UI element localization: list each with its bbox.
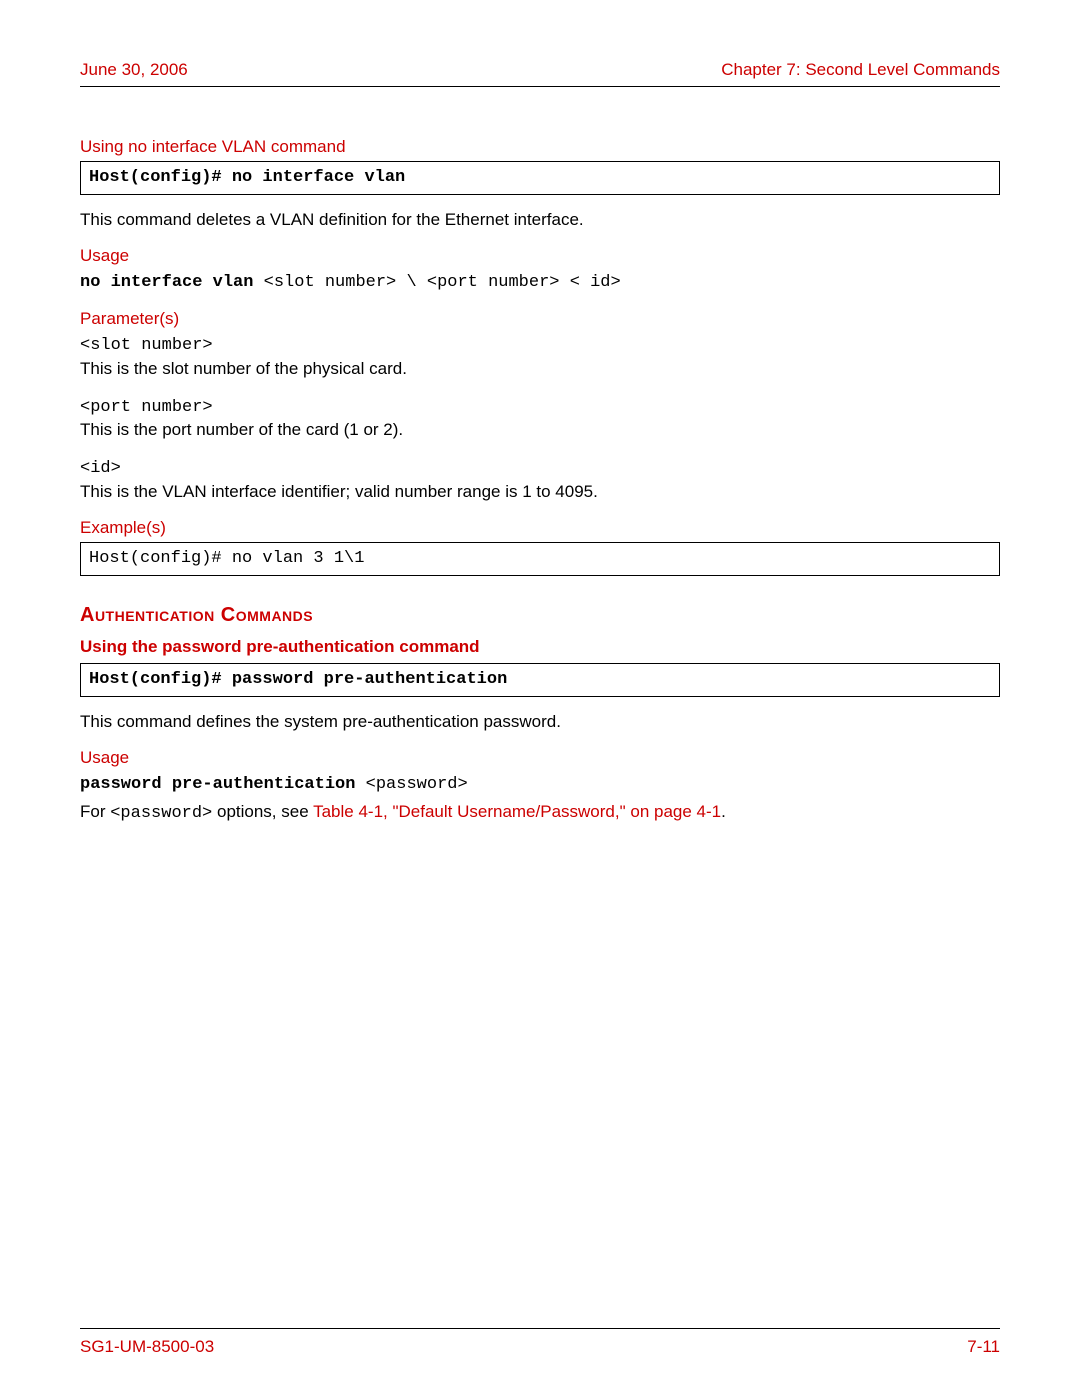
usage-line-password-preauth: password pre-authentication <password> <box>80 772 1000 797</box>
footer-row: SG1-UM-8500-03 7-11 <box>80 1337 1000 1357</box>
section-heading-password-preauth: Using the password pre-authentication co… <box>80 637 1000 657</box>
param-id: <id> This is the VLAN interface identifi… <box>80 456 1000 504</box>
section-title-authentication-commands: Authentication Commands <box>80 604 1000 627</box>
header-rule <box>80 86 1000 87</box>
usage-line-no-interface-vlan: no interface vlan <slot number> \ <port … <box>80 270 1000 295</box>
page: June 30, 2006 Chapter 7: Second Level Co… <box>0 0 1080 1397</box>
header-date: June 30, 2006 <box>80 60 188 80</box>
cross-reference-link[interactable]: Table 4-1, "Default Username/Password," … <box>313 802 721 821</box>
example-box-no-vlan: Host(config)# no vlan 3 1\1 <box>80 542 1000 576</box>
page-header: June 30, 2006 Chapter 7: Second Level Co… <box>80 60 1000 80</box>
ref-prefix: For <box>80 802 110 821</box>
param-desc: This is the port number of the card (1 o… <box>80 420 403 439</box>
param-desc: This is the slot number of the physical … <box>80 359 407 378</box>
footer-page-number: 7-11 <box>967 1337 1000 1357</box>
param-slot-number: <slot number> This is the slot number of… <box>80 333 1000 381</box>
command-box-password-preauth: Host(config)# password pre-authenticatio… <box>80 663 1000 697</box>
param-code: <id> <box>80 459 121 478</box>
page-footer: SG1-UM-8500-03 7-11 <box>80 1328 1000 1357</box>
desc-no-interface-vlan: This command deletes a VLAN definition f… <box>80 209 1000 232</box>
parameters-label: Parameter(s) <box>80 309 1000 329</box>
command-box-no-interface-vlan: Host(config)# no interface vlan <box>80 161 1000 195</box>
usage-label: Usage <box>80 748 1000 768</box>
footer-rule <box>80 1328 1000 1329</box>
ref-suffix: . <box>721 802 726 821</box>
header-chapter: Chapter 7: Second Level Commands <box>721 60 1000 80</box>
ref-mid: options, see <box>212 802 313 821</box>
param-code: <slot number> <box>80 336 213 355</box>
reference-line: For <password> options, see Table 4-1, "… <box>80 801 1000 826</box>
ref-code: <password> <box>110 804 212 823</box>
usage-cmd-bold: no interface vlan <box>80 273 253 292</box>
footer-doc-id: SG1-UM-8500-03 <box>80 1337 214 1357</box>
examples-label: Example(s) <box>80 518 1000 538</box>
usage-label: Usage <box>80 246 1000 266</box>
param-desc: This is the VLAN interface identifier; v… <box>80 482 598 501</box>
usage-cmd-rest: <slot number> \ <port number> < id> <box>253 273 620 292</box>
section-heading-no-interface-vlan: Using no interface VLAN command <box>80 137 1000 157</box>
param-port-number: <port number> This is the port number of… <box>80 395 1000 443</box>
usage-cmd-bold: password pre-authentication <box>80 775 355 794</box>
usage-cmd-rest: <password> <box>355 775 467 794</box>
desc-password-preauth: This command defines the system pre-auth… <box>80 711 1000 734</box>
param-code: <port number> <box>80 398 213 417</box>
